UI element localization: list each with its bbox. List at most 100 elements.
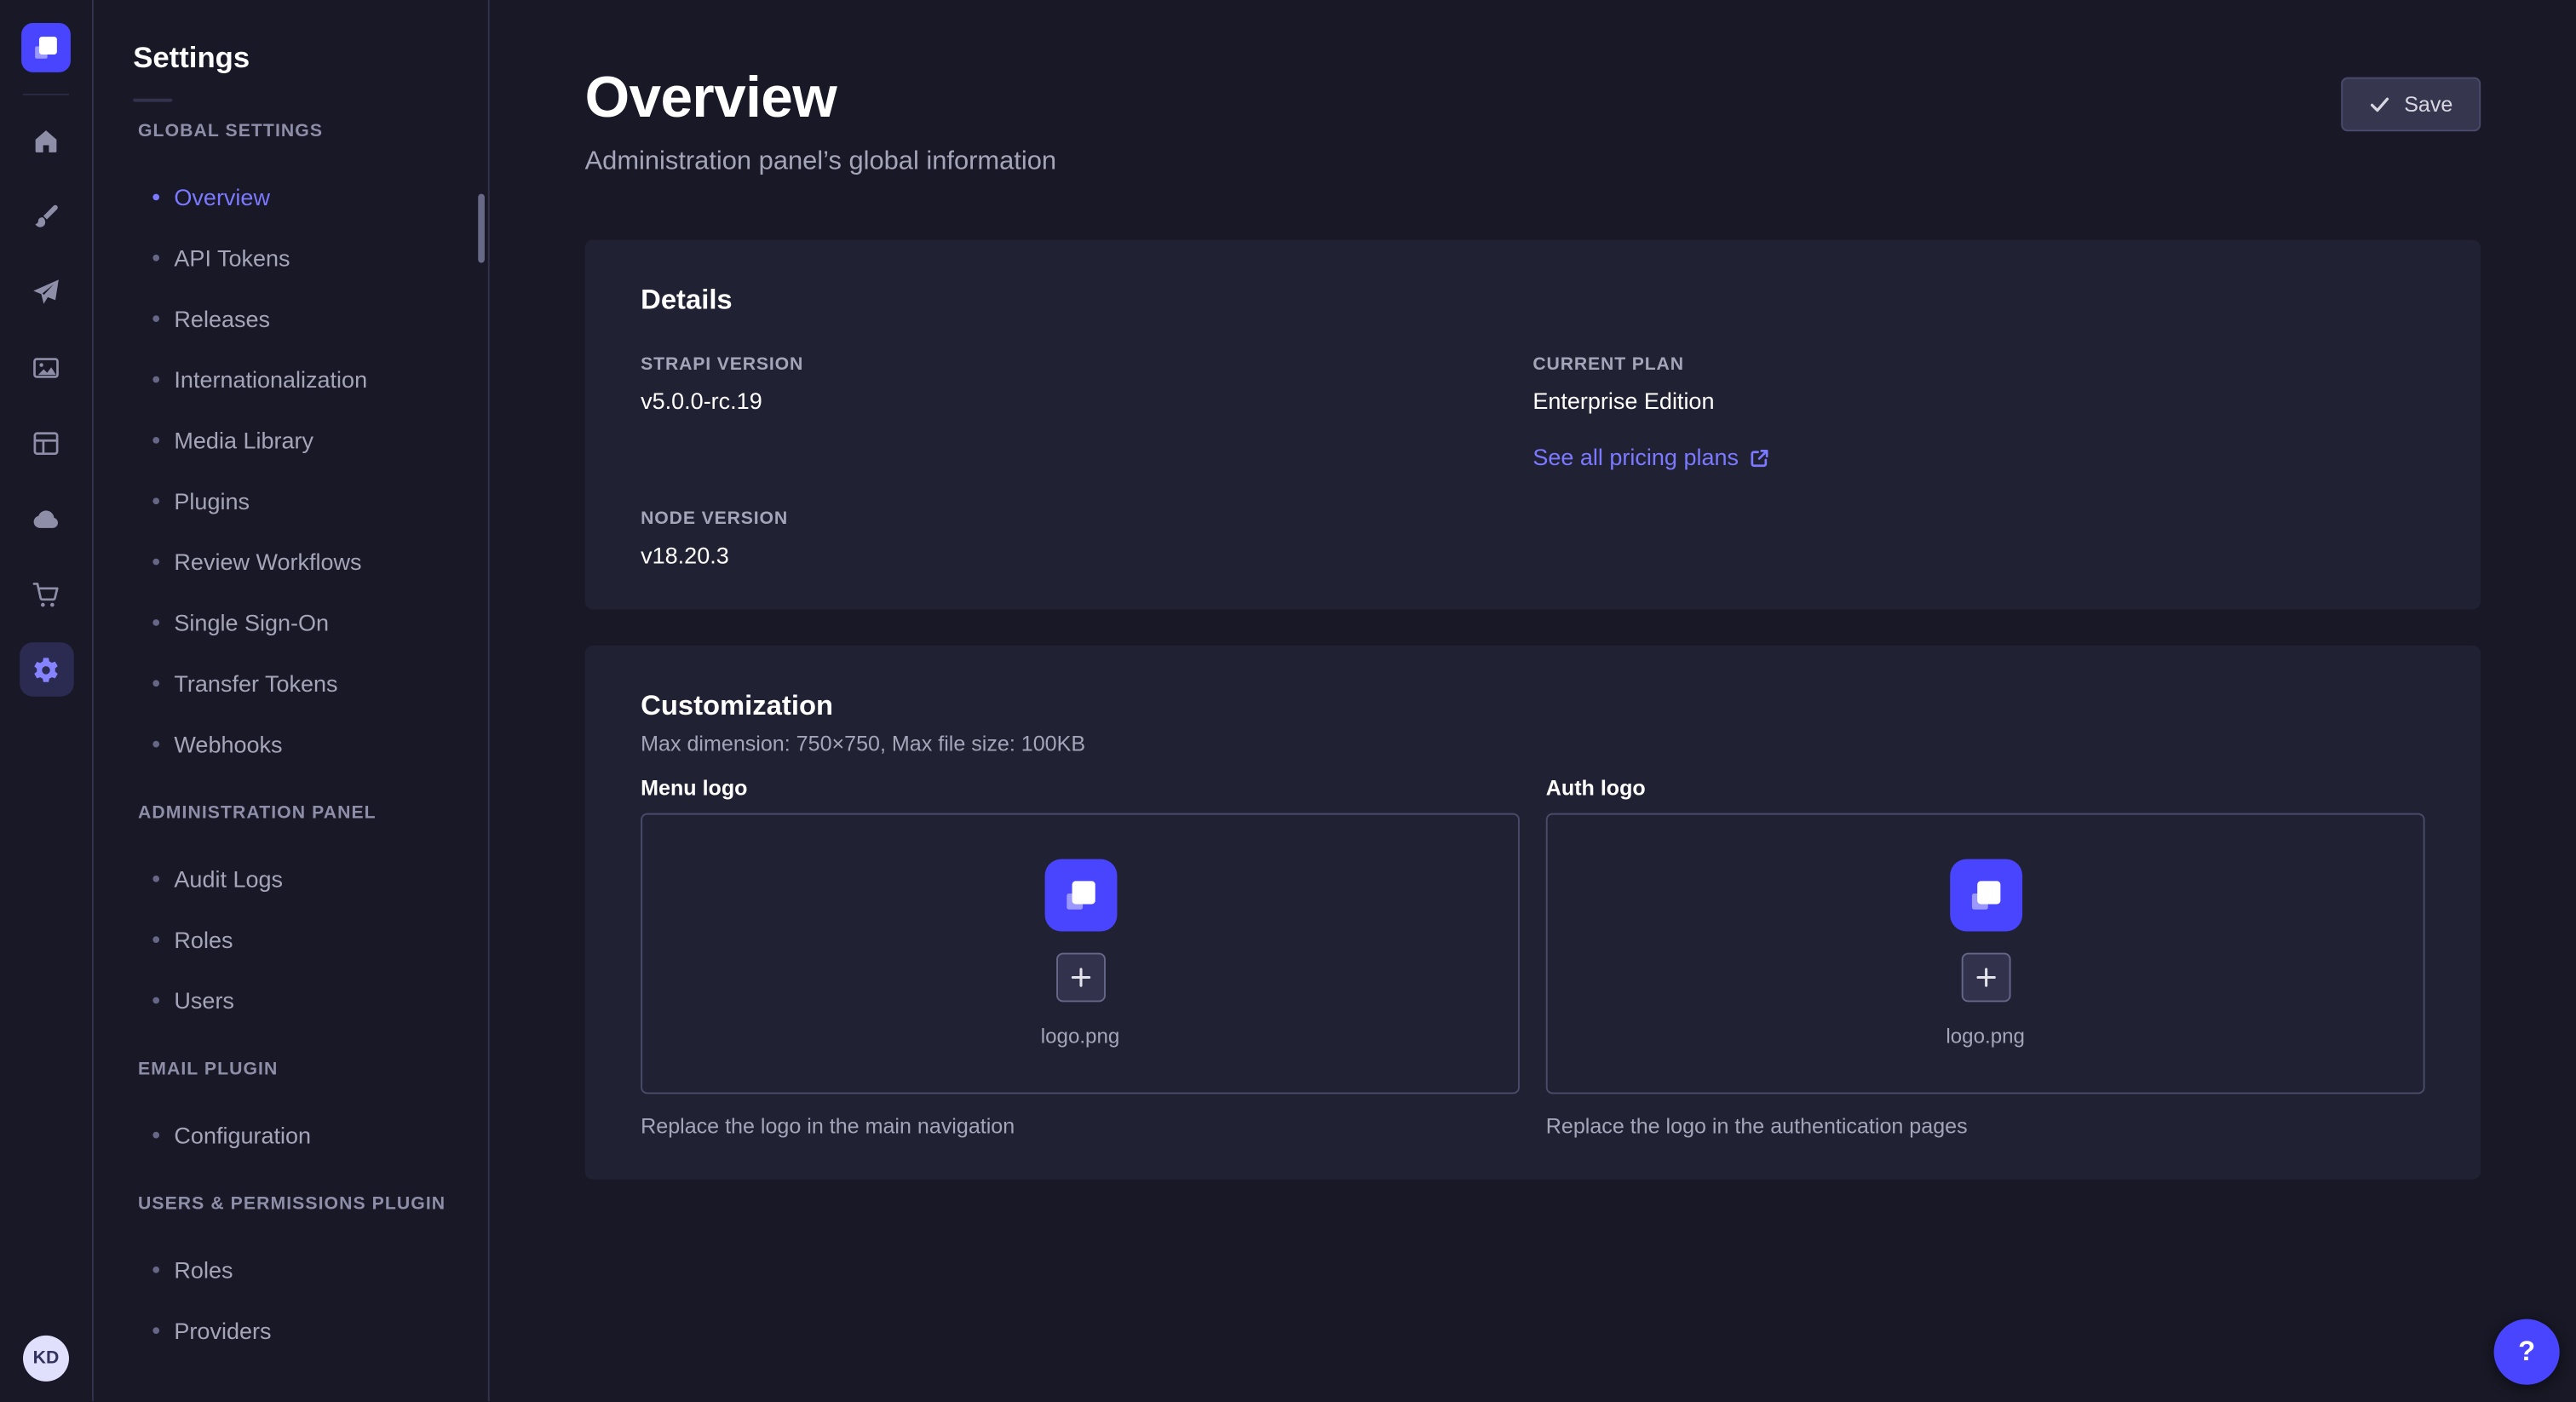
bullet-icon (152, 558, 159, 565)
nav-item-label: Roles (174, 926, 233, 952)
nav-item-label: Transfer Tokens (174, 669, 337, 696)
nav-item-label: Media Library (174, 426, 313, 452)
bullet-icon (152, 1326, 159, 1333)
nav-item-label: Plugins (174, 487, 250, 514)
upload-label: Menu logo (641, 775, 1520, 802)
rail-item-paper-plane[interactable] (19, 264, 73, 319)
field-label: STRAPI VERSION (641, 355, 1532, 376)
nav-item-label: Single Sign-On (174, 609, 329, 635)
save-button-label: Save (2404, 92, 2452, 117)
nav-section-heading: GLOBAL SETTINGS (138, 122, 488, 143)
logo-filename: logo.png (1946, 1024, 2025, 1049)
pricing-plans-link-label: See all pricing plans (1532, 444, 1739, 472)
rail-item-cloud[interactable] (19, 491, 73, 546)
logo-uploads: Menu logo logo.png Replace the logo in t… (641, 775, 2424, 1140)
rail-item-home[interactable] (19, 113, 73, 168)
settings-nav-item-providers[interactable]: Providers (94, 1299, 488, 1359)
nav-item-label: Audit Logs (174, 865, 283, 891)
settings-nav-item-overview[interactable]: Overview (94, 166, 488, 227)
field-value: v5.0.0-rc.19 (641, 388, 1532, 416)
field-value: v18.20.3 (641, 542, 1532, 570)
settings-sidebar: Settings GLOBAL SETTINGSOverviewAPI Toke… (94, 0, 490, 1401)
details-card: Details STRAPI VERSION v5.0.0-rc.19 CURR… (585, 240, 2481, 610)
strapi-logo-icon[interactable] (21, 23, 71, 72)
main-content: Overview Administration panel’s global i… (490, 0, 2576, 1401)
field-label: CURRENT PLAN (1532, 355, 2424, 376)
rail-item-paintbrush[interactable] (19, 189, 73, 244)
plus-icon (1070, 967, 1090, 986)
layout-icon (32, 428, 61, 457)
settings-nav-item-audit-logs[interactable]: Audit Logs (94, 848, 488, 908)
settings-nav-item-webhooks[interactable]: Webhooks (94, 713, 488, 773)
bullet-icon (152, 1131, 159, 1138)
settings-nav-item-releases[interactable]: Releases (94, 287, 488, 348)
field-label: NODE VERSION (641, 509, 1532, 531)
rail-divider (23, 94, 69, 95)
nav-section-heading: ADMINISTRATION PANEL (138, 803, 488, 825)
rail-icon-list (19, 113, 73, 697)
save-button[interactable]: Save (2342, 78, 2481, 132)
help-button[interactable]: ? (2494, 1319, 2560, 1385)
settings-nav-item-internationalization[interactable]: Internationalization (94, 348, 488, 409)
settings-nav-item-transfer-tokens[interactable]: Transfer Tokens (94, 652, 488, 713)
nav-item-label: Users (174, 986, 234, 1013)
cart-icon (32, 579, 61, 609)
cloud-icon (32, 503, 61, 533)
nav-item-label: Providers (174, 1317, 271, 1343)
strapi-logo-icon (1044, 859, 1117, 931)
customization-card-title: Customization (641, 690, 2424, 723)
add-logo-button[interactable] (1961, 952, 2010, 1002)
upload-caption: Replace the logo in the authentication p… (1546, 1114, 2425, 1141)
menu-logo-dropzone[interactable]: logo.png (641, 813, 1520, 1095)
page-title: Overview (585, 66, 1056, 131)
settings-nav-item-users[interactable]: Users (94, 969, 488, 1030)
bullet-icon (152, 997, 159, 1003)
settings-nav-sections: GLOBAL SETTINGS Overview API Tokens Release… (94, 122, 488, 1360)
nav-item-label: API Tokens (174, 244, 290, 270)
paper-plane-icon (32, 277, 61, 307)
page-subtitle: Administration panel’s global informatio… (585, 147, 1056, 178)
add-logo-button[interactable] (1055, 952, 1105, 1002)
user-avatar[interactable]: KD (23, 1336, 69, 1382)
logo-filename: logo.png (1041, 1024, 1120, 1049)
paintbrush-icon (32, 201, 61, 231)
pricing-plans-link[interactable]: See all pricing plans (1532, 444, 1769, 472)
settings-nav-item-single-sign-on[interactable]: Single Sign-On (94, 591, 488, 652)
rail-item-pictures[interactable] (19, 340, 73, 394)
nav-item-label: Webhooks (174, 730, 282, 756)
settings-nav-item-api-tokens[interactable]: API Tokens (94, 227, 488, 287)
bullet-icon (152, 1266, 159, 1273)
bullet-icon (152, 740, 159, 747)
page-header: Overview Administration panel’s global i… (585, 0, 2481, 177)
auth-logo-dropzone[interactable]: logo.png (1546, 813, 2425, 1095)
gear-icon (32, 655, 61, 685)
rail-item-layout[interactable] (19, 416, 73, 470)
main-nav-rail: KD (0, 0, 94, 1401)
nav-section-heading: USERS & PERMISSIONS PLUGIN (138, 1194, 488, 1215)
settings-nav-item-review-workflows[interactable]: Review Workflows (94, 531, 488, 591)
rail-item-cart[interactable] (19, 566, 73, 621)
settings-nav-item-roles[interactable]: Roles (94, 1238, 488, 1299)
scrollbar-thumb[interactable] (478, 194, 485, 263)
settings-nav-item-media-library[interactable]: Media Library (94, 409, 488, 469)
title-divider (133, 99, 172, 102)
strapi-logo-icon (1949, 859, 2021, 931)
settings-nav-item-configuration[interactable]: Configuration (94, 1104, 488, 1164)
home-icon (32, 126, 61, 156)
menu-logo-upload: Menu logo logo.png Replace the logo in t… (641, 775, 1520, 1140)
field-node-version: NODE VERSION v18.20.3 (641, 509, 1532, 570)
customization-constraints: Max dimension: 750×750, Max file size: 1… (641, 731, 2424, 756)
bullet-icon (152, 193, 159, 200)
app-root: KD Settings GLOBAL SETTINGSOverviewAPI T… (0, 0, 2576, 1401)
nav-item-label: Roles (174, 1255, 233, 1282)
settings-nav-item-plugins[interactable]: Plugins (94, 470, 488, 531)
settings-nav-item-roles[interactable]: Roles (94, 908, 488, 968)
field-strapi-version: STRAPI VERSION v5.0.0-rc.19 (641, 355, 1532, 474)
field-value: Enterprise Edition (1532, 388, 2424, 416)
bullet-icon (152, 376, 159, 382)
details-fields: STRAPI VERSION v5.0.0-rc.19 CURRENT PLAN… (641, 355, 2424, 571)
auth-logo-upload: Auth logo logo.png Replace the logo in t… (1546, 775, 2425, 1140)
bullet-icon (152, 679, 159, 686)
rail-item-gear[interactable] (19, 642, 73, 697)
bullet-icon (152, 875, 159, 882)
